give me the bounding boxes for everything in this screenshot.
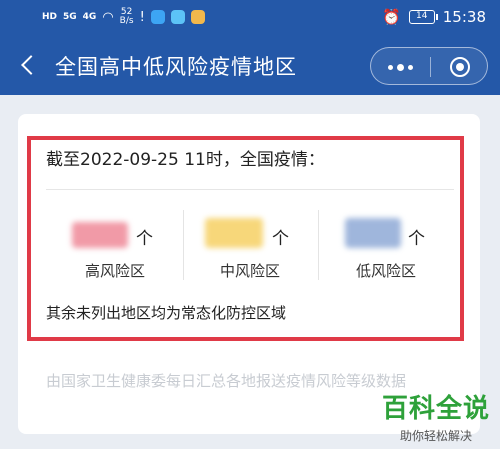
header-bar: HD 5G 4G ◠ 52 B/s ! ⏰ 14 15:38 全国高中低风险疫情… bbox=[0, 0, 500, 95]
column-divider bbox=[183, 210, 184, 280]
watermark-main: 百科全说 bbox=[381, 394, 490, 424]
alarm-icon: ⏰ bbox=[382, 8, 401, 26]
low-risk-unit: 个 bbox=[408, 229, 425, 249]
wifi-icon: ◠ bbox=[102, 9, 114, 25]
low-risk-count-blurred bbox=[345, 218, 401, 248]
dot-icon bbox=[408, 64, 413, 70]
app-icon-2 bbox=[170, 10, 185, 24]
page-title: 全国高中低风险疫情地区 bbox=[55, 55, 297, 79]
mid-risk-unit: 个 bbox=[272, 229, 289, 249]
alert-icon: ! bbox=[139, 9, 145, 25]
status-left: HD 5G 4G ◠ 52 B/s ! bbox=[42, 8, 205, 26]
battery-icon: 14 bbox=[408, 10, 438, 24]
column-divider bbox=[318, 210, 319, 280]
low-risk-label: 低风险区 bbox=[355, 262, 416, 280]
hd-indicator: HD bbox=[42, 12, 58, 22]
mini-program-capsule bbox=[370, 47, 488, 85]
high-risk-count-blurred bbox=[72, 222, 128, 248]
app-icon-3 bbox=[190, 10, 205, 24]
net-speed-unit: B/s bbox=[119, 16, 134, 26]
more-dots-icon[interactable] bbox=[371, 48, 430, 86]
dot-icon bbox=[397, 63, 404, 71]
normalized-control-note: 其余未列出地区均为常态化防控区域 bbox=[46, 304, 287, 322]
target-close-icon[interactable] bbox=[431, 48, 489, 86]
watermark-sub: 助你轻松解决 bbox=[399, 429, 472, 443]
mid-risk-count-blurred bbox=[205, 218, 263, 248]
clock: 15:38 bbox=[442, 8, 486, 26]
watermark-logo: 百科全说 助你轻松解决 bbox=[382, 388, 490, 444]
high-risk-label: 高风险区 bbox=[84, 262, 145, 280]
signal-5g-icon: 5G bbox=[63, 12, 77, 22]
chevron-left-icon[interactable] bbox=[16, 52, 42, 80]
divider bbox=[46, 189, 454, 190]
net-speed: 52 B/s bbox=[120, 8, 134, 26]
status-right: ⏰ 14 15:38 bbox=[382, 8, 486, 26]
ring-core-icon bbox=[456, 63, 464, 71]
stat-as-of: 截至2022-09-25 11时，全国疫情： bbox=[46, 150, 325, 170]
mid-risk-label: 中风险区 bbox=[219, 262, 280, 280]
high-risk-unit: 个 bbox=[136, 229, 153, 249]
signal-4g-icon: 4G bbox=[82, 12, 97, 22]
app-icon-1 bbox=[150, 10, 165, 24]
status-bar: HD 5G 4G ◠ 52 B/s ! ⏰ 14 15:38 bbox=[0, 0, 500, 36]
dot-icon bbox=[388, 64, 393, 70]
